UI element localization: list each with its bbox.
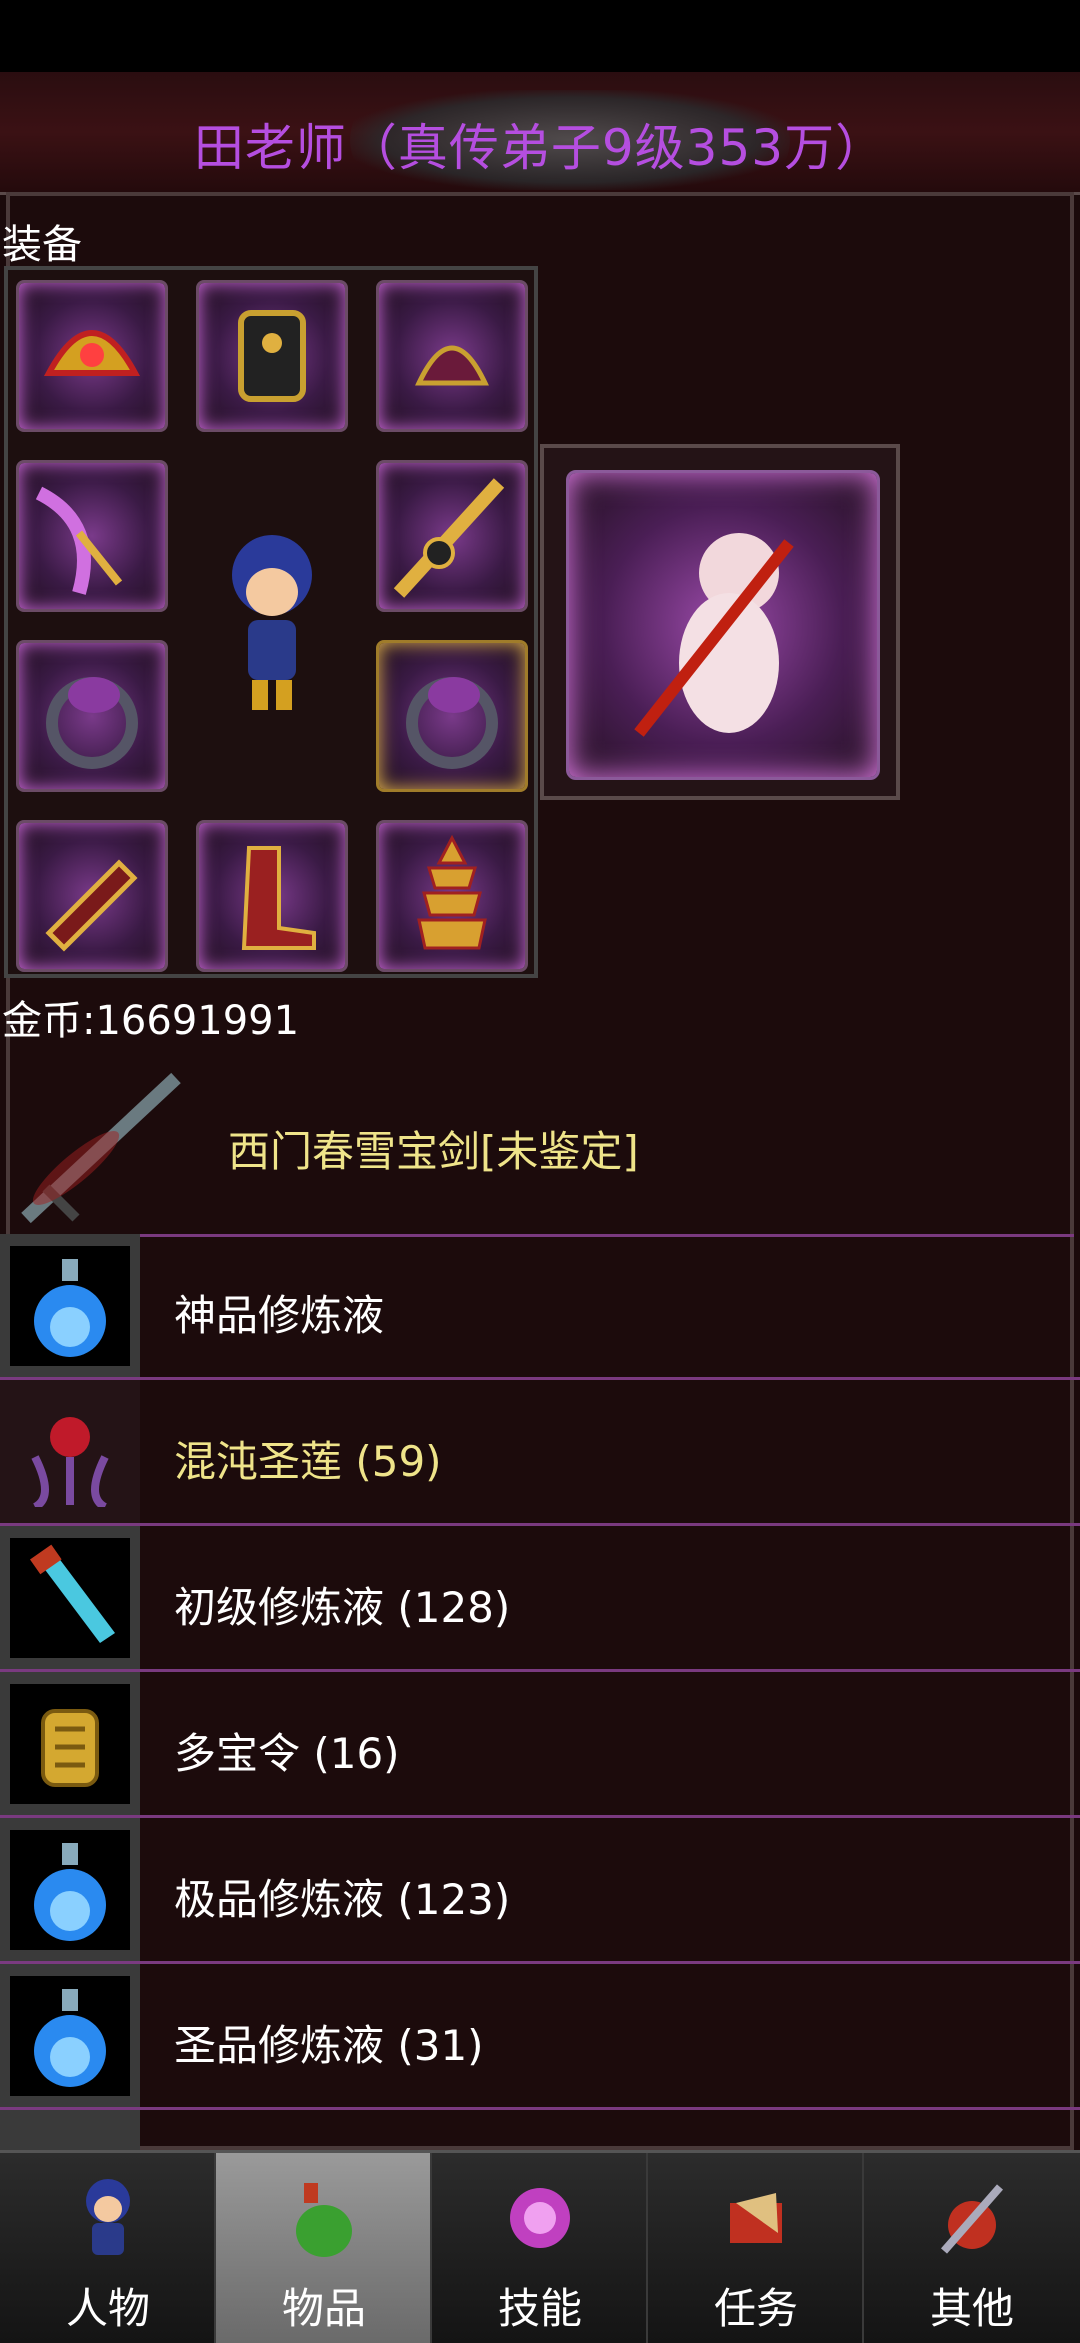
pet-frame [566,470,880,780]
boots-icon [241,846,316,950]
equip-slot-boots[interactable] [196,820,348,972]
character-avatar [232,535,312,710]
item-icon-frame [0,1672,140,1815]
gold-amount: 金币:16691991 [2,998,300,1044]
blue-potion-icon [10,1976,130,2096]
list-item-partial[interactable] [0,2110,1080,2150]
nav-tab-items[interactable]: 物品 [216,2153,432,2343]
list-item[interactable]: 圣品修炼液 (31) [0,1964,1080,2110]
list-item[interactable]: 极品修炼液 (123) [0,1818,1080,1964]
nav-tab-quests[interactable]: 任务 [648,2153,864,2343]
item-name: 圣品修炼液 (31) [174,2021,484,2070]
sword-icon [21,1072,181,1224]
token-icon [10,1684,130,1804]
quest-scroll-icon [730,2193,782,2243]
sword-shield-icon [940,2184,1004,2254]
equip-slot-ring-left[interactable] [16,640,168,792]
item-icon-frame [0,1964,140,2107]
nav-label: 人物 [65,2284,150,2333]
nav-label: 任务 [713,2284,798,2333]
list-item[interactable]: 混沌圣莲 (59) [0,1380,1080,1526]
nav-label: 物品 [281,2284,366,2333]
nav-tab-skills[interactable]: 技能 [432,2153,648,2343]
nav-tab-character[interactable]: 人物 [0,2153,216,2343]
equip-slot-shoulder[interactable] [376,280,528,432]
armor-icon [238,310,306,402]
page-title: 田老师（真传弟子9级353万） [193,119,887,177]
bottom-nav: 人物 物品 技能 任务 其他 [0,2150,1080,2343]
lotus-icon [10,1392,130,1512]
list-item[interactable]: 神品修炼液 [0,1234,1080,1380]
item-icon-frame [0,1818,140,1961]
skill-orb-icon [510,2188,570,2248]
item-name: 极品修炼液 (123) [174,1875,511,1924]
equip-slot-pagoda[interactable] [376,820,528,972]
character-icon [86,2179,130,2255]
ring-icon [46,677,138,769]
monkey-pet-icon [634,533,794,737]
status-bar [0,0,1080,72]
equip-slot-gloves[interactable] [16,820,168,972]
item-icon-frame [0,1234,140,1377]
list-item[interactable]: 多宝令 (16) [0,1672,1080,1818]
item-name: 多宝令 (16) [174,1729,400,1778]
equip-slot-armor[interactable] [196,280,348,432]
featured-item-name: 西门春雪宝剑[未鉴定] [228,1127,639,1176]
featured-item-row[interactable]: 西门春雪宝剑[未鉴定] [6,1048,1074,1237]
weapon-icon [393,478,505,598]
nav-tab-other[interactable]: 其他 [864,2153,1080,2343]
cloak-icon [35,486,123,595]
list-item[interactable]: 初级修炼液 (128) [0,1526,1080,1672]
item-name: 神品修炼液 [174,1291,385,1340]
gloves-icon [45,859,138,952]
equip-slot-helmet[interactable] [16,280,168,432]
pagoda-icon [417,834,487,950]
blue-potion-icon [10,1830,130,1950]
equip-slot-ring-right[interactable] [376,640,528,792]
equipment-label: 装备 [2,222,82,268]
item-name: 混沌圣莲 (59) [174,1437,442,1486]
potion-bag-icon [296,2183,352,2257]
pet-slot[interactable] [540,444,900,800]
ring-icon [406,677,498,769]
item-icon-frame [0,1526,140,1669]
item-icon-frame [0,2110,140,2150]
nav-label: 技能 [497,2284,582,2333]
equip-slot-weapon[interactable] [376,460,528,612]
blue-potion-icon [10,1246,130,1366]
nav-label: 其他 [929,2284,1014,2333]
item-name: 初级修炼液 (128) [174,1583,511,1632]
shoulder-icon [415,345,489,386]
item-icon-frame [0,1380,140,1523]
equip-slot-cloak[interactable] [16,460,168,612]
helmet-icon [43,330,141,376]
vial-icon [10,1538,130,1658]
